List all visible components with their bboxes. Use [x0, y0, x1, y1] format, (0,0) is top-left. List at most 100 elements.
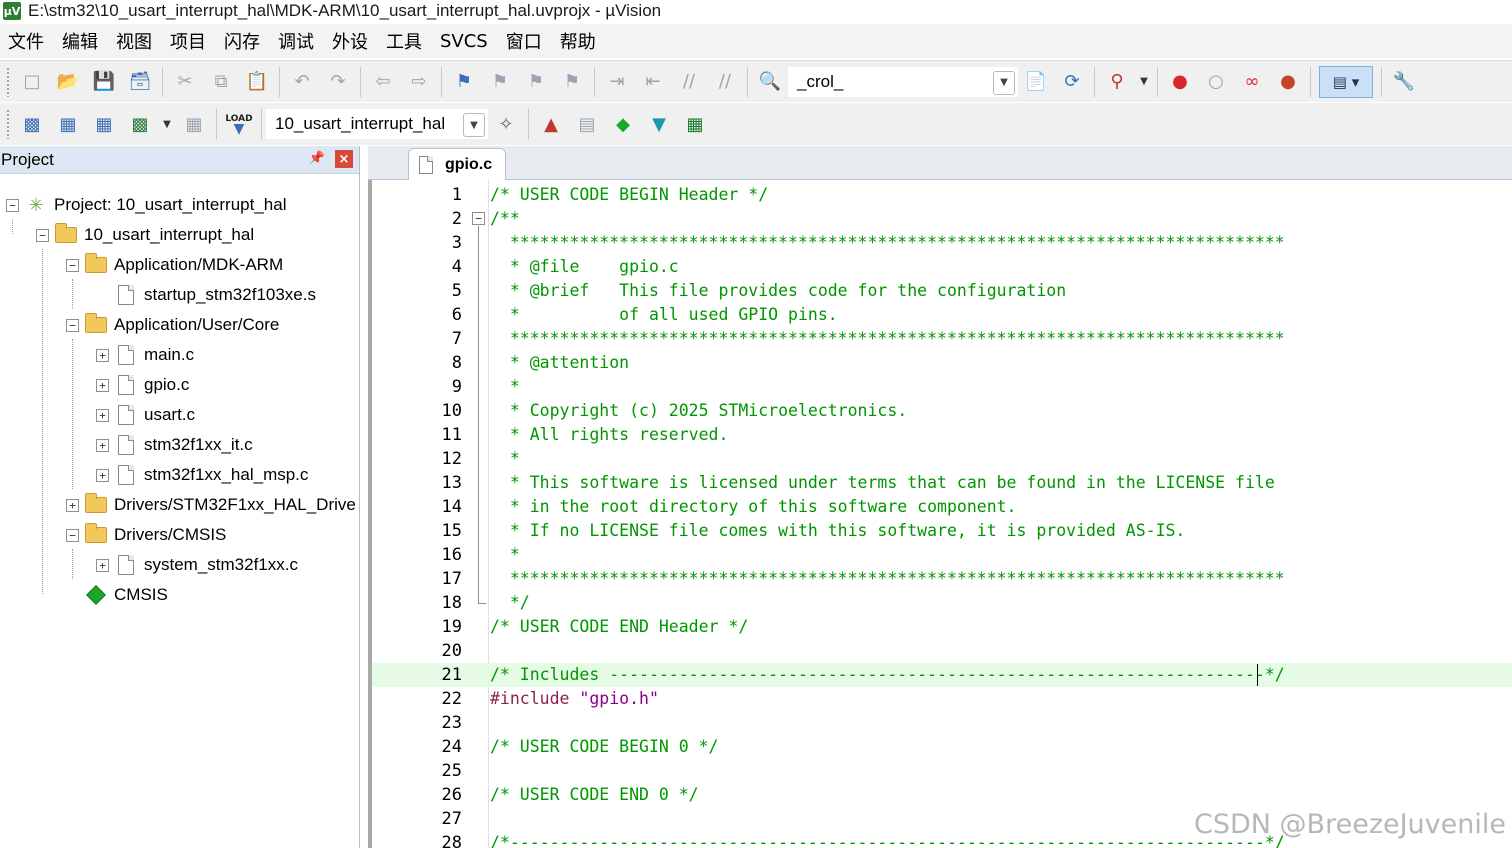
indent-icon[interactable]: ⇥ [602, 67, 632, 97]
save-icon[interactable]: 💾 [89, 67, 119, 97]
paste-icon[interactable]: 📋 [242, 67, 272, 97]
collapse-icon[interactable]: − [66, 258, 79, 272]
code-line[interactable]: 22 #include "gpio.h" [372, 687, 1512, 711]
tree-node[interactable]: + main.c [96, 340, 194, 370]
expand-icon[interactable]: + [66, 498, 79, 512]
tree-node[interactable]: CMSIS [66, 580, 168, 610]
translate-icon[interactable]: ▩ [17, 109, 47, 139]
code-line[interactable]: 25 [372, 759, 1512, 783]
disable-breakpoint-icon[interactable]: ○ [1201, 67, 1231, 97]
code-line[interactable]: 11 * All rights reserved. [372, 423, 1512, 447]
code-line[interactable]: 10 * Copyright (c) 2025 STMicroelectroni… [372, 399, 1512, 423]
code-line[interactable]: 24 /* USER CODE BEGIN 0 */ [372, 735, 1512, 759]
expand-icon[interactable]: + [96, 468, 109, 482]
build-icon[interactable]: ▦ [53, 109, 83, 139]
expand-icon[interactable]: + [96, 558, 109, 572]
next-bookmark-icon[interactable]: ⚑ [521, 67, 551, 97]
disable-all-breakpoints-icon[interactable]: ∞ [1237, 67, 1267, 97]
code-line[interactable]: 26 /* USER CODE END 0 */ [372, 783, 1512, 807]
collapse-icon[interactable]: − [66, 318, 79, 332]
target-options-icon[interactable]: ✧ [491, 109, 521, 139]
copy-icon[interactable]: ⧉ [206, 67, 236, 97]
code-line[interactable]: 12 * [372, 447, 1512, 471]
redo-icon[interactable]: ↷ [323, 67, 353, 97]
manage-rte-icon[interactable]: ◆ [608, 109, 638, 139]
tab-gpio-c[interactable]: gpio.c [408, 148, 506, 181]
toolbar-grip[interactable] [6, 66, 10, 97]
find-in-files-icon[interactable]: 🔍 [755, 67, 785, 97]
tree-node[interactable]: − ✳ Project: 10_usart_interrupt_hal [6, 190, 286, 220]
file-extensions-icon[interactable]: ▤ [572, 109, 602, 139]
code-line[interactable]: 18 */ [372, 591, 1512, 615]
expand-icon[interactable]: + [96, 348, 109, 362]
code-line[interactable]: 14 * in the root directory of this softw… [372, 495, 1512, 519]
tree-node[interactable]: startup_stm32f103xe.s [96, 280, 316, 310]
code-line[interactable]: 7 **************************************… [372, 327, 1512, 351]
stop-build-icon[interactable]: ▦ [179, 109, 209, 139]
menu-item[interactable]: 项目 [168, 28, 216, 54]
manage-components-icon[interactable]: ▲ [536, 109, 566, 139]
open-icon[interactable]: 📂 [53, 67, 83, 97]
nav-forward-icon[interactable]: ⇨ [404, 67, 434, 97]
save-all-icon[interactable]: 🗃 [125, 67, 155, 97]
tree-node[interactable]: − Drivers/CMSIS [66, 520, 226, 550]
menu-item[interactable]: 闪存 [222, 28, 270, 54]
undo-icon[interactable]: ↶ [287, 67, 317, 97]
kill-all-breakpoints-icon[interactable]: ● [1273, 67, 1303, 97]
menu-item[interactable]: 外设 [330, 28, 378, 54]
collapse-icon[interactable]: − [6, 198, 19, 212]
code-line[interactable]: 3 **************************************… [372, 231, 1512, 255]
prev-bookmark-icon[interactable]: ⚑ [485, 67, 515, 97]
rebuild-icon[interactable]: ▦ [89, 109, 119, 139]
expand-icon[interactable]: + [96, 438, 109, 452]
download-icon[interactable]: LOAD ▼ [224, 109, 254, 139]
code-line[interactable]: 1 /* USER CODE BEGIN Header */ [372, 183, 1512, 207]
incremental-find-icon[interactable]: ⟳ [1057, 67, 1087, 97]
chevron-down-icon[interactable]: ▼ [161, 109, 173, 139]
unindent-icon[interactable]: ⇤ [638, 67, 668, 97]
clear-bookmarks-icon[interactable]: ⚑ [557, 67, 587, 97]
menu-item[interactable]: 窗口 [504, 28, 552, 54]
fold-collapse-icon[interactable]: − [472, 212, 485, 225]
collapse-icon[interactable]: − [36, 228, 49, 242]
expand-icon[interactable]: + [96, 408, 109, 422]
code-line[interactable]: 4 * @file gpio.c [372, 255, 1512, 279]
code-line[interactable]: 23 [372, 711, 1512, 735]
code-line[interactable]: 19 /* USER CODE END Header */ [372, 615, 1512, 639]
code-line[interactable]: 20 [372, 639, 1512, 663]
code-line[interactable]: 16 * [372, 543, 1512, 567]
code-line[interactable]: 21 /* Includes --------------------------… [372, 663, 1512, 687]
new-file-icon[interactable]: □ [17, 67, 47, 97]
menu-item[interactable]: 工具 [384, 28, 432, 54]
chevron-down-icon[interactable]: ▼ [1138, 67, 1150, 97]
code-editor[interactable]: 1/* USER CODE BEGIN Header */2/** 3 *****… [368, 180, 1512, 848]
window-layout-icon[interactable]: ▤ ▾ [1319, 65, 1373, 98]
tree-node[interactable]: − Application/MDK-ARM [66, 250, 283, 280]
select-packs-icon[interactable]: ▼ [644, 109, 674, 139]
pack-installer-icon[interactable]: ▦ [680, 109, 710, 139]
cut-icon[interactable]: ✂ [170, 67, 200, 97]
batch-build-icon[interactable]: ▩ [125, 109, 155, 139]
collapse-icon[interactable]: − [66, 528, 79, 542]
comment-icon[interactable]: ∕∕ [674, 67, 704, 97]
menu-item[interactable]: SVCS [438, 31, 498, 52]
close-icon[interactable]: × [335, 150, 353, 168]
code-line[interactable]: 2 /** [372, 207, 1512, 231]
code-line[interactable]: 5 * @brief This file provides code for t… [372, 279, 1512, 303]
code-line[interactable]: 9 * [372, 375, 1512, 399]
menu-item[interactable]: 文件 [6, 28, 54, 54]
code-line[interactable]: 13 * This software is licensed under ter… [372, 471, 1512, 495]
nav-back-icon[interactable]: ⇦ [368, 67, 398, 97]
bookmark-icon[interactable]: ⚑ [449, 67, 479, 97]
tree-node[interactable]: + Drivers/STM32F1xx_HAL_Drive [66, 490, 356, 520]
chevron-down-icon[interactable]: ▼ [993, 70, 1015, 95]
expand-icon[interactable]: + [96, 378, 109, 392]
code-line[interactable]: 15 * If no LICENSE file comes with this … [372, 519, 1512, 543]
tree-node[interactable]: + stm32f1xx_hal_msp.c [96, 460, 308, 490]
menu-item[interactable]: 帮助 [558, 28, 606, 54]
breakpoint-icon[interactable]: ● [1165, 67, 1195, 97]
code-line[interactable]: 17 *************************************… [372, 567, 1512, 591]
tree-node[interactable]: + gpio.c [96, 370, 189, 400]
target-combo[interactable]: 10_usart_interrupt_hal ▼ [266, 109, 488, 139]
debug-icon[interactable]: ⚲ [1102, 67, 1132, 97]
